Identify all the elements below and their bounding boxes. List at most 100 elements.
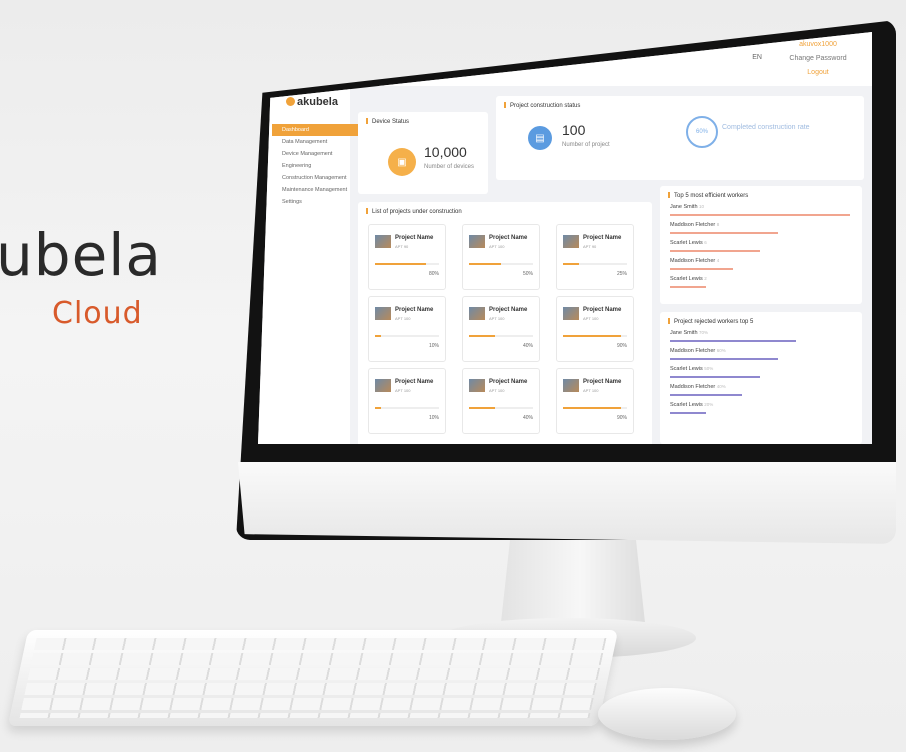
project-card[interactable]: Project Name APT 100 10%: [368, 296, 446, 362]
project-card[interactable]: Project Name APT 100 40%: [462, 296, 540, 362]
worker-value: 50%: [704, 366, 714, 371]
worker-bar: [670, 340, 796, 342]
worker-row: Scarlet Lewis 2: [670, 276, 850, 294]
progress-track: [375, 263, 439, 265]
device-status-title: Device Status: [358, 112, 488, 125]
projects-card: List of projects under construction Proj…: [358, 202, 652, 444]
worker-value: 2: [704, 276, 707, 281]
rejected-workers-list: Jane Smith 70% Maddison Fletcher 60% Scarl…: [670, 330, 850, 420]
project-name: Project Name: [583, 307, 622, 313]
progress-track: [469, 407, 533, 409]
user-menu[interactable]: akuvox1000 Change Password Logout: [772, 38, 864, 80]
progress-fill: [469, 263, 501, 265]
construction-status-card: Project construction status ▤ 100 Number…: [496, 96, 864, 180]
keyboard: [7, 630, 619, 726]
project-card[interactable]: Project Name APT 90 80%: [368, 224, 446, 290]
worker-value: 6: [704, 240, 707, 245]
progress-fill: [563, 407, 621, 409]
progress-fill: [375, 335, 382, 337]
worker-row: Maddison Fletcher 40%: [670, 384, 850, 402]
worker-row: Scarlet Lewis 20%: [670, 402, 850, 420]
project-name: Project Name: [395, 379, 434, 385]
progress-fill: [563, 335, 621, 337]
project-progress-percent: 25%: [616, 271, 627, 277]
project-caption: Number of project: [562, 142, 610, 148]
worker-row: Maddison Fletcher 4: [670, 258, 850, 276]
sidebar-item-construction[interactable]: Construction Management: [272, 172, 358, 184]
project-code: APT 90: [395, 244, 409, 249]
project-card[interactable]: Project Name APT 100 90%: [556, 296, 634, 362]
project-card[interactable]: Project Name APT 100 50%: [462, 224, 540, 290]
sidebar-item-maintenance[interactable]: Maintenance Management: [272, 184, 358, 196]
completion-ring: 60%: [686, 116, 718, 148]
worker-row: Jane Smith 10: [670, 204, 850, 222]
project-code: APT 100: [583, 388, 599, 393]
sidebar-item-settings[interactable]: Settings: [272, 196, 358, 208]
project-count: 100: [562, 122, 586, 138]
worker-row: Scarlet Lewis 50%: [670, 366, 850, 384]
project-name: Project Name: [395, 307, 434, 313]
worker-row: Scarlet Lewis 6: [670, 240, 850, 258]
sidebar-item-device[interactable]: Device Management: [272, 148, 358, 160]
monitor-chin: [238, 462, 896, 544]
project-progress-percent: 80%: [428, 271, 439, 277]
worker-value: 4: [716, 258, 720, 263]
project-thumbnail: [375, 307, 391, 320]
worker-bar: [670, 214, 850, 216]
project-progress-percent: 50%: [522, 271, 533, 277]
change-password-link[interactable]: Change Password: [772, 52, 864, 66]
progress-track: [469, 335, 533, 337]
project-progress-percent: 10%: [428, 343, 439, 349]
sidebar-item-data[interactable]: Data Management: [272, 136, 358, 148]
project-card[interactable]: Project Name APT 90 25%: [556, 224, 634, 290]
project-icon: ▤: [528, 126, 552, 150]
language-selector[interactable]: EN: [752, 54, 762, 61]
project-thumbnail: [375, 235, 391, 248]
monitor-screen: EN akuvox1000 Change Password Logout aku…: [258, 32, 872, 444]
project-progress-percent: 90%: [616, 343, 627, 349]
worker-name: Scarlet Lewis: [670, 402, 703, 408]
sidebar-nav: Dashboard Data Management Device Managem…: [272, 124, 358, 208]
progress-fill: [469, 407, 495, 409]
worker-name: Scarlet Lewis: [670, 276, 703, 282]
project-code: APT 100: [395, 388, 411, 393]
worker-bar: [670, 358, 778, 360]
projects-title: List of projects under construction: [358, 202, 652, 215]
sidebar-item-dashboard[interactable]: Dashboard: [272, 124, 358, 136]
project-progress-percent: 10%: [428, 415, 439, 421]
keyboard-keys: [19, 638, 607, 718]
worker-bar: [670, 394, 742, 396]
worker-value: 8: [716, 222, 720, 227]
progress-track: [375, 407, 439, 409]
progress-fill: [563, 263, 579, 265]
progress-fill: [375, 263, 427, 265]
top-workers-title: Top 5 most efficient workers: [660, 186, 862, 199]
project-name: Project Name: [395, 235, 434, 241]
project-card[interactable]: Project Name APT 100 40%: [462, 368, 540, 434]
worker-value: 20%: [704, 402, 714, 407]
progress-track: [375, 335, 439, 337]
project-name: Project Name: [583, 235, 622, 241]
sidebar-item-engineering[interactable]: Engineering: [272, 160, 358, 172]
brand-logo: ubela Cloud: [0, 226, 162, 331]
project-card[interactable]: Project Name APT 100 90%: [556, 368, 634, 434]
project-code: APT 100: [489, 388, 505, 393]
project-progress-percent: 40%: [522, 343, 533, 349]
worker-name: Jane Smith: [670, 204, 698, 210]
main-content: Device Status ▣ 10,000 Number of devices…: [358, 92, 866, 444]
device-count: 10,000: [424, 144, 467, 160]
worker-name: Scarlet Lewis: [670, 240, 703, 246]
rejected-workers-card: Project rejected workers top 5 Jane Smit…: [660, 312, 862, 444]
worker-value: 40%: [716, 384, 726, 389]
brand-sub: Cloud: [52, 296, 143, 331]
worker-bar: [670, 286, 706, 288]
top-workers-list: Jane Smith 10 Maddison Fletcher 8 Scarlet …: [670, 204, 850, 294]
worker-name: Maddison Fletcher: [670, 384, 716, 390]
logout-link[interactable]: Logout: [772, 66, 864, 80]
project-code: APT 100: [395, 316, 411, 321]
project-code: APT 100: [489, 244, 505, 249]
device-caption: Number of devices: [424, 164, 475, 170]
project-card[interactable]: Project Name APT 100 10%: [368, 368, 446, 434]
project-name: Project Name: [489, 235, 528, 241]
project-thumbnail: [375, 379, 391, 392]
